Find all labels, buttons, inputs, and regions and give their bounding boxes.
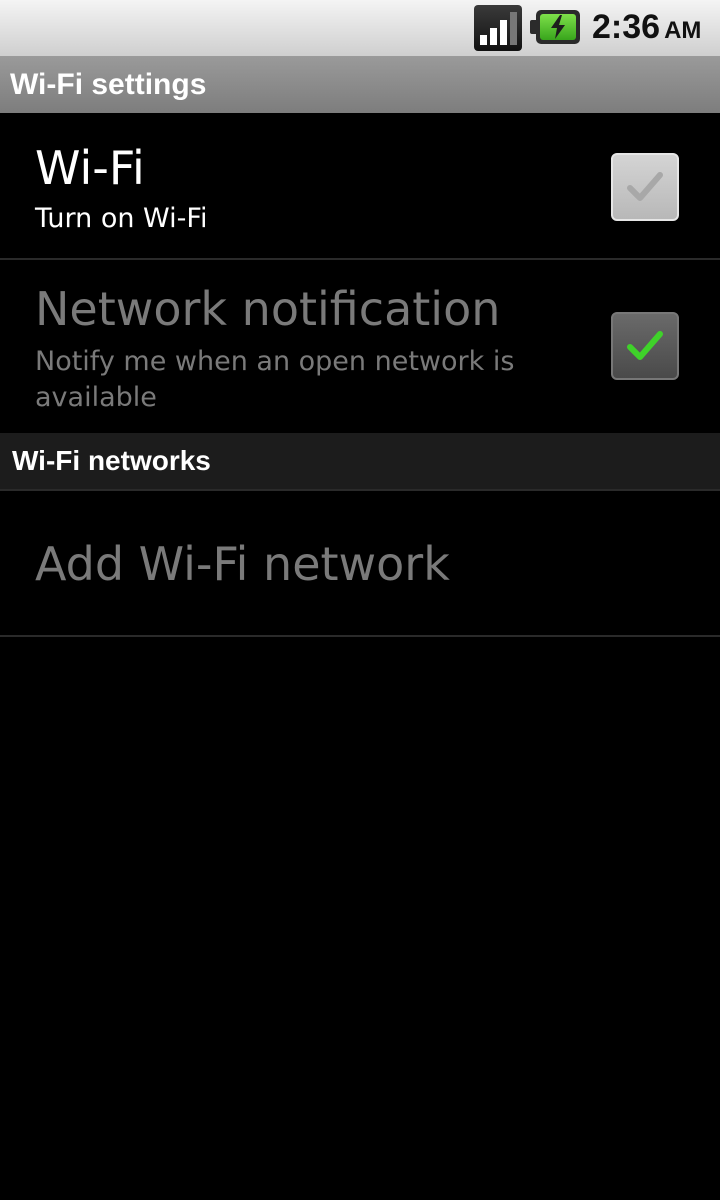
clock-ampm: AM: [664, 17, 702, 44]
clock: 2:36 AM: [592, 8, 701, 50]
wifi-toggle-title: Wi-Fi: [35, 141, 145, 195]
page-title: Wi-Fi settings: [10, 68, 207, 101]
wifi-toggle-summary: Turn on Wi-Fi: [35, 203, 208, 234]
status-bar: 2:36 AM: [0, 0, 720, 56]
title-bar: Wi-Fi settings: [0, 56, 720, 113]
network-notification-summary: Notify me when an open network is availa…: [35, 346, 515, 413]
add-wifi-network-label: Add Wi-Fi network: [35, 537, 450, 591]
clock-time: 2:36: [592, 8, 661, 46]
battery-charging-icon: [530, 10, 580, 44]
section-header: Wi-Fi networks: [0, 433, 720, 489]
network-notification-row[interactable]: Network notification Notify me when an o…: [0, 260, 720, 433]
check-icon: [627, 331, 663, 360]
network-notification-title: Network notification: [35, 282, 501, 336]
wifi-checkbox[interactable]: [611, 153, 679, 221]
network-notification-checkbox[interactable]: [611, 312, 679, 380]
wifi-toggle-row[interactable]: Wi-Fi Turn on Wi-Fi: [0, 113, 720, 258]
add-wifi-network-row[interactable]: Add Wi-Fi network: [0, 491, 720, 635]
check-icon: [627, 172, 663, 201]
divider: [0, 635, 720, 637]
signal-icon: [474, 5, 522, 51]
section-header-title: Wi-Fi networks: [12, 445, 211, 476]
